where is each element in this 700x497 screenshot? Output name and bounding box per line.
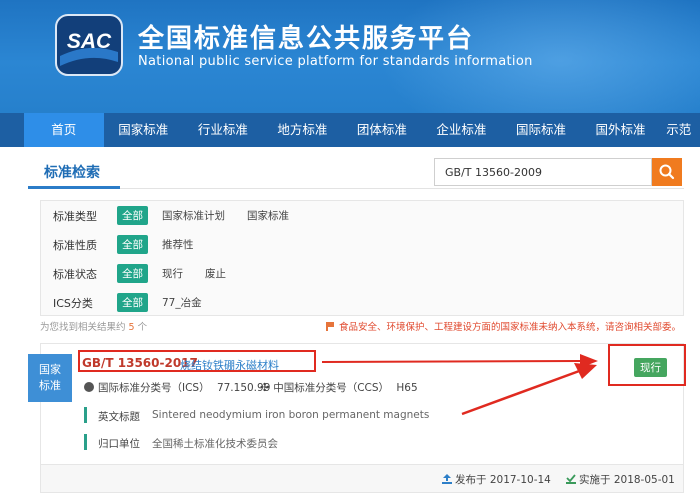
nav-item-industry[interactable]: 行业标准 <box>183 113 263 147</box>
nav-item-local[interactable]: 地方标准 <box>263 113 343 147</box>
main-nav: 首页 国家标准 行业标准 地方标准 团体标准 企业标准 国际标准 国外标准 示范 <box>0 113 700 147</box>
badge-line: 标准 <box>39 379 61 392</box>
effective-text: 实施于 2018-05-01 <box>579 474 675 486</box>
ics-classification: 国际标准分类号（ICS） 77.150.99 <box>84 380 270 395</box>
ccs-value: H65 <box>396 382 418 394</box>
standard-type-badge: 国家 标准 <box>28 354 72 402</box>
filter-label: 标准状态 <box>53 267 97 281</box>
section-divider <box>28 188 684 189</box>
site-title-en: National public service platform for sta… <box>138 54 533 69</box>
ics-label: 国际标准分类号（ICS） <box>98 382 210 394</box>
owner-value: 全国稀土标准化技术委员会 <box>152 438 278 450</box>
section-title: 标准检索 <box>44 165 100 181</box>
globe-icon <box>84 382 94 392</box>
filter-option[interactable]: 推荐性 <box>162 237 194 252</box>
search-icon <box>659 164 675 180</box>
search-input[interactable] <box>434 158 652 186</box>
effective-date: 实施于 2018-05-01 <box>566 472 675 487</box>
english-title-value: Sintered neodymium iron boron permanent … <box>152 409 430 421</box>
filter-option[interactable]: 国家标准计划 <box>162 208 225 223</box>
nav-item-demo[interactable]: 示范 <box>660 113 700 147</box>
badge-line: 国家 <box>39 363 61 376</box>
owner-label: 归口单位 <box>98 438 140 450</box>
filter-option[interactable]: 国家标准 <box>247 208 289 223</box>
nav-item-enterprise[interactable]: 企业标准 <box>422 113 502 147</box>
kv-marker <box>84 407 87 423</box>
filter-option[interactable]: 77_冶金 <box>162 295 202 310</box>
results-count-prefix: 为您找到相关结果约 <box>40 322 126 333</box>
scope-notice-text: 食品安全、环境保护、工程建设方面的国家标准未纳入本系统，请咨询相关部委。 <box>339 322 682 333</box>
filter-label: 标准类型 <box>53 209 97 223</box>
search-button[interactable] <box>652 158 682 186</box>
ccs-label: 中国标准分类号（CCS） <box>273 382 390 394</box>
filter-all-tag[interactable]: 全部 <box>117 264 148 283</box>
filter-row-status: 标准状态 全部 现行 废止 <box>41 259 683 288</box>
nav-item-home[interactable]: 首页 <box>24 113 104 147</box>
filter-row-nature: 标准性质 全部 推荐性 <box>41 230 683 259</box>
filter-all-tag[interactable]: 全部 <box>117 235 148 254</box>
nav-item-foreign[interactable]: 国外标准 <box>581 113 661 147</box>
filter-label: ICS分类 <box>53 296 93 310</box>
results-count-suffix: 个 <box>137 322 148 333</box>
english-title-label: 英文标题 <box>98 411 140 423</box>
filter-panel: 标准类型 全部 国家标准计划 国家标准 标准性质 全部 推荐性 标准状态 全部 … <box>40 200 684 316</box>
published-date: 发布于 2017-10-14 <box>442 472 551 487</box>
upload-icon <box>442 474 452 484</box>
results-count: 为您找到相关结果约 5 个 <box>40 319 147 333</box>
site-title-cn: 全国标准信息公共服务平台 <box>138 24 475 54</box>
section-underline <box>28 186 120 189</box>
filter-label: 标准性质 <box>53 238 97 252</box>
filter-option[interactable]: 废止 <box>205 266 226 281</box>
sac-logo[interactable]: SAC <box>52 12 126 78</box>
annotation-box-title <box>78 350 316 372</box>
tree-icon: ✣ <box>260 381 270 394</box>
annotation-box-status <box>608 344 686 386</box>
filter-row-ics: ICS分类 全部 77_冶金 <box>41 288 683 317</box>
check-icon <box>566 474 576 484</box>
site-header: SAC 全国标准信息公共服务平台 National public service… <box>0 0 700 113</box>
kv-marker <box>84 434 87 450</box>
filter-all-tag[interactable]: 全部 <box>117 293 148 312</box>
published-text: 发布于 2017-10-14 <box>455 474 551 486</box>
filter-all-tag[interactable]: 全部 <box>117 206 148 225</box>
flag-icon <box>326 322 334 331</box>
nav-item-international[interactable]: 国际标准 <box>501 113 581 147</box>
scope-notice: 食品安全、环境保护、工程建设方面的国家标准未纳入本系统，请咨询相关部委。 <box>326 319 681 333</box>
logo-text: SAC <box>67 30 112 53</box>
results-count-number: 5 <box>128 322 135 333</box>
nav-item-group[interactable]: 团体标准 <box>342 113 422 147</box>
ccs-classification: ✣ 中国标准分类号（CCS） H65 <box>260 380 418 395</box>
nav-item-national[interactable]: 国家标准 <box>104 113 184 147</box>
filter-option[interactable]: 现行 <box>162 266 183 281</box>
filter-row-type: 标准类型 全部 国家标准计划 国家标准 <box>41 201 683 230</box>
